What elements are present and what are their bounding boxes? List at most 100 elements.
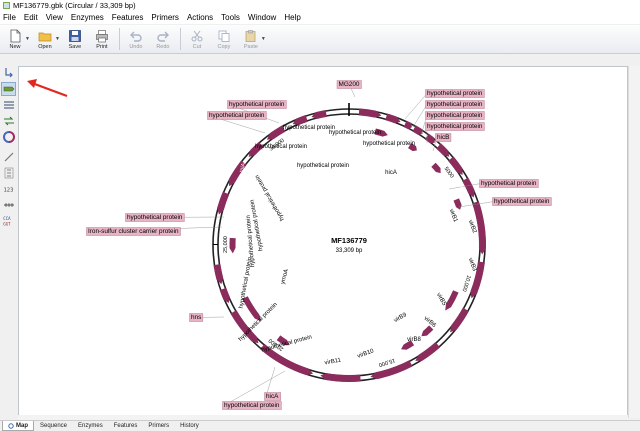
menu-file[interactable]: File	[3, 13, 16, 22]
feature-label[interactable]: hicA	[266, 393, 279, 400]
feature-label[interactable]: hypothetical protein	[481, 180, 537, 187]
inner-feature-label[interactable]: virB1	[448, 208, 459, 224]
numbers-button[interactable]: 123	[1, 182, 16, 196]
menu-features[interactable]: Features	[112, 13, 144, 22]
feature-arrow[interactable]	[213, 264, 224, 285]
leader-line	[412, 104, 428, 128]
feature-arrow[interactable]	[415, 342, 441, 361]
inner-feature-label[interactable]: hicA	[385, 170, 397, 176]
open-label: Open	[38, 43, 52, 50]
half-circle-icon	[2, 131, 15, 143]
save-button[interactable]: Save	[62, 26, 88, 52]
arrow-feature-label[interactable]: traG	[318, 365, 329, 372]
sequence-letters-icon: CCAGGT	[3, 216, 11, 227]
feature-label[interactable]: hypothetical protein	[494, 198, 550, 205]
inner-feature-label[interactable]: virB9	[393, 312, 408, 324]
vertical-scrollbar[interactable]	[628, 66, 640, 418]
feature-label[interactable]: hypothetical protein	[224, 402, 280, 409]
inner-feature-label[interactable]: virB8	[407, 337, 421, 343]
menu-view[interactable]: View	[46, 13, 63, 22]
feature-arrow[interactable]	[431, 162, 441, 174]
tab-enzymes[interactable]: Enzymes	[73, 421, 108, 431]
inner-feature-label[interactable]: ymoA	[280, 269, 290, 285]
feature-label[interactable]: hypothetical protein	[427, 112, 483, 119]
menu-enzymes[interactable]: Enzymes	[71, 13, 104, 22]
feature-label[interactable]: hypothetical protein	[427, 101, 483, 108]
inner-feature-label[interactable]: virB2	[467, 219, 478, 235]
feature-arrow[interactable]	[311, 110, 327, 119]
open-dropdown-icon[interactable]: ▼	[55, 36, 60, 42]
menu-actions[interactable]: Actions	[187, 13, 213, 22]
tab-primers[interactable]: Primers	[143, 421, 174, 431]
print-button[interactable]: Print	[89, 26, 115, 52]
inner-feature-label[interactable]: hypothetical protein	[255, 173, 286, 221]
inner-feature-label[interactable]: virB5	[435, 292, 447, 307]
cut-button[interactable]: Cut	[184, 26, 210, 52]
menu-help[interactable]: Help	[284, 13, 300, 22]
feature-arrow[interactable]	[453, 198, 462, 210]
plasmid-map[interactable]: 500010,00015,00020,00025,00030,000 MG200…	[19, 67, 628, 418]
menu-edit[interactable]: Edit	[24, 13, 38, 22]
lines-tool-button[interactable]	[1, 98, 16, 112]
clipboard-icon	[245, 29, 256, 42]
new-dropdown-icon[interactable]: ▼	[25, 36, 30, 42]
tab-sequence[interactable]: Sequence	[35, 421, 72, 431]
arrow-tool-button[interactable]	[1, 66, 16, 80]
feature-arrow[interactable]	[436, 143, 450, 157]
inner-feature-label[interactable]: hypothetical protein	[283, 125, 335, 131]
feature-label[interactable]: hypothetical protein	[127, 214, 183, 221]
feature-arrow[interactable]	[424, 133, 435, 144]
undo-button[interactable]: Undo	[123, 26, 149, 52]
orientation-tool-button[interactable]	[1, 114, 16, 128]
paste-label: Paste	[243, 43, 258, 50]
arrow-feature-label[interactable]: tpiA	[239, 162, 247, 173]
feature-arrow[interactable]	[358, 108, 382, 118]
tick-label: 10,000	[461, 274, 472, 292]
inner-feature-label[interactable]: virB3	[467, 257, 478, 273]
cut-label: Cut	[192, 43, 202, 50]
inner-feature-label[interactable]: virB10	[357, 348, 376, 360]
tab-history[interactable]: History	[175, 421, 204, 431]
feature-label[interactable]: hypothetical protein	[229, 101, 285, 108]
inner-feature-label[interactable]: hypothetical protein	[329, 130, 381, 136]
line-tool-button[interactable]	[1, 150, 16, 164]
tab-features[interactable]: Features	[109, 421, 143, 431]
map-title: MF136779	[331, 236, 367, 245]
feature-arrow[interactable]	[412, 125, 423, 135]
feature-arrow[interactable]	[450, 307, 469, 333]
menu-tools[interactable]: Tools	[221, 13, 240, 22]
copy-button[interactable]: Copy	[211, 26, 237, 52]
feature-arrow[interactable]	[445, 290, 459, 311]
ruler-button[interactable]	[1, 198, 16, 212]
feature-label[interactable]: Iron-sulfur cluster carrier protein	[88, 228, 179, 235]
feature-label[interactable]: MG200	[339, 81, 360, 88]
feature-label[interactable]: hypothetical protein	[427, 123, 483, 130]
menu-window[interactable]: Window	[248, 13, 276, 22]
feature-arrow[interactable]	[403, 120, 412, 130]
feature-label[interactable]: hns	[191, 314, 201, 321]
feature-arrow[interactable]	[229, 237, 236, 254]
enzyme-sites-button[interactable]	[1, 166, 16, 180]
plasmid-map-canvas[interactable]: 5000 10,000 15,000 20,000 25,000 30,000 MG200…	[18, 66, 628, 418]
undo-icon	[129, 31, 142, 42]
arrow-feature-label[interactable]: virB4	[457, 248, 466, 262]
feature-label[interactable]: hypothetical protein	[209, 112, 265, 119]
feature-tool-button[interactable]	[1, 82, 16, 96]
inner-feature-label[interactable]: hypothetical protein	[255, 144, 307, 150]
circular-view-button[interactable]	[1, 130, 16, 144]
inner-feature-label[interactable]: hypothetical protein	[297, 163, 349, 169]
toolbar-separator	[179, 28, 181, 50]
sequence-button[interactable]: CCA GGT	[1, 214, 16, 228]
redo-button[interactable]: Redo	[150, 26, 176, 52]
red-annotation-arrow	[27, 79, 68, 98]
paste-dropdown-icon[interactable]: ▼	[261, 36, 266, 42]
menu-primers[interactable]: Primers	[151, 13, 179, 22]
tick-label: 25,000	[223, 236, 229, 253]
feature-arrow[interactable]	[320, 373, 361, 382]
feature-label[interactable]: hypothetical protein	[427, 90, 483, 97]
inner-feature-label[interactable]: hypothetical protein	[261, 334, 313, 353]
print-label: Print	[96, 43, 108, 50]
feature-label[interactable]: hicB	[437, 134, 449, 141]
tab-map[interactable]: Map	[2, 421, 34, 431]
redo-label: Redo	[156, 43, 170, 50]
